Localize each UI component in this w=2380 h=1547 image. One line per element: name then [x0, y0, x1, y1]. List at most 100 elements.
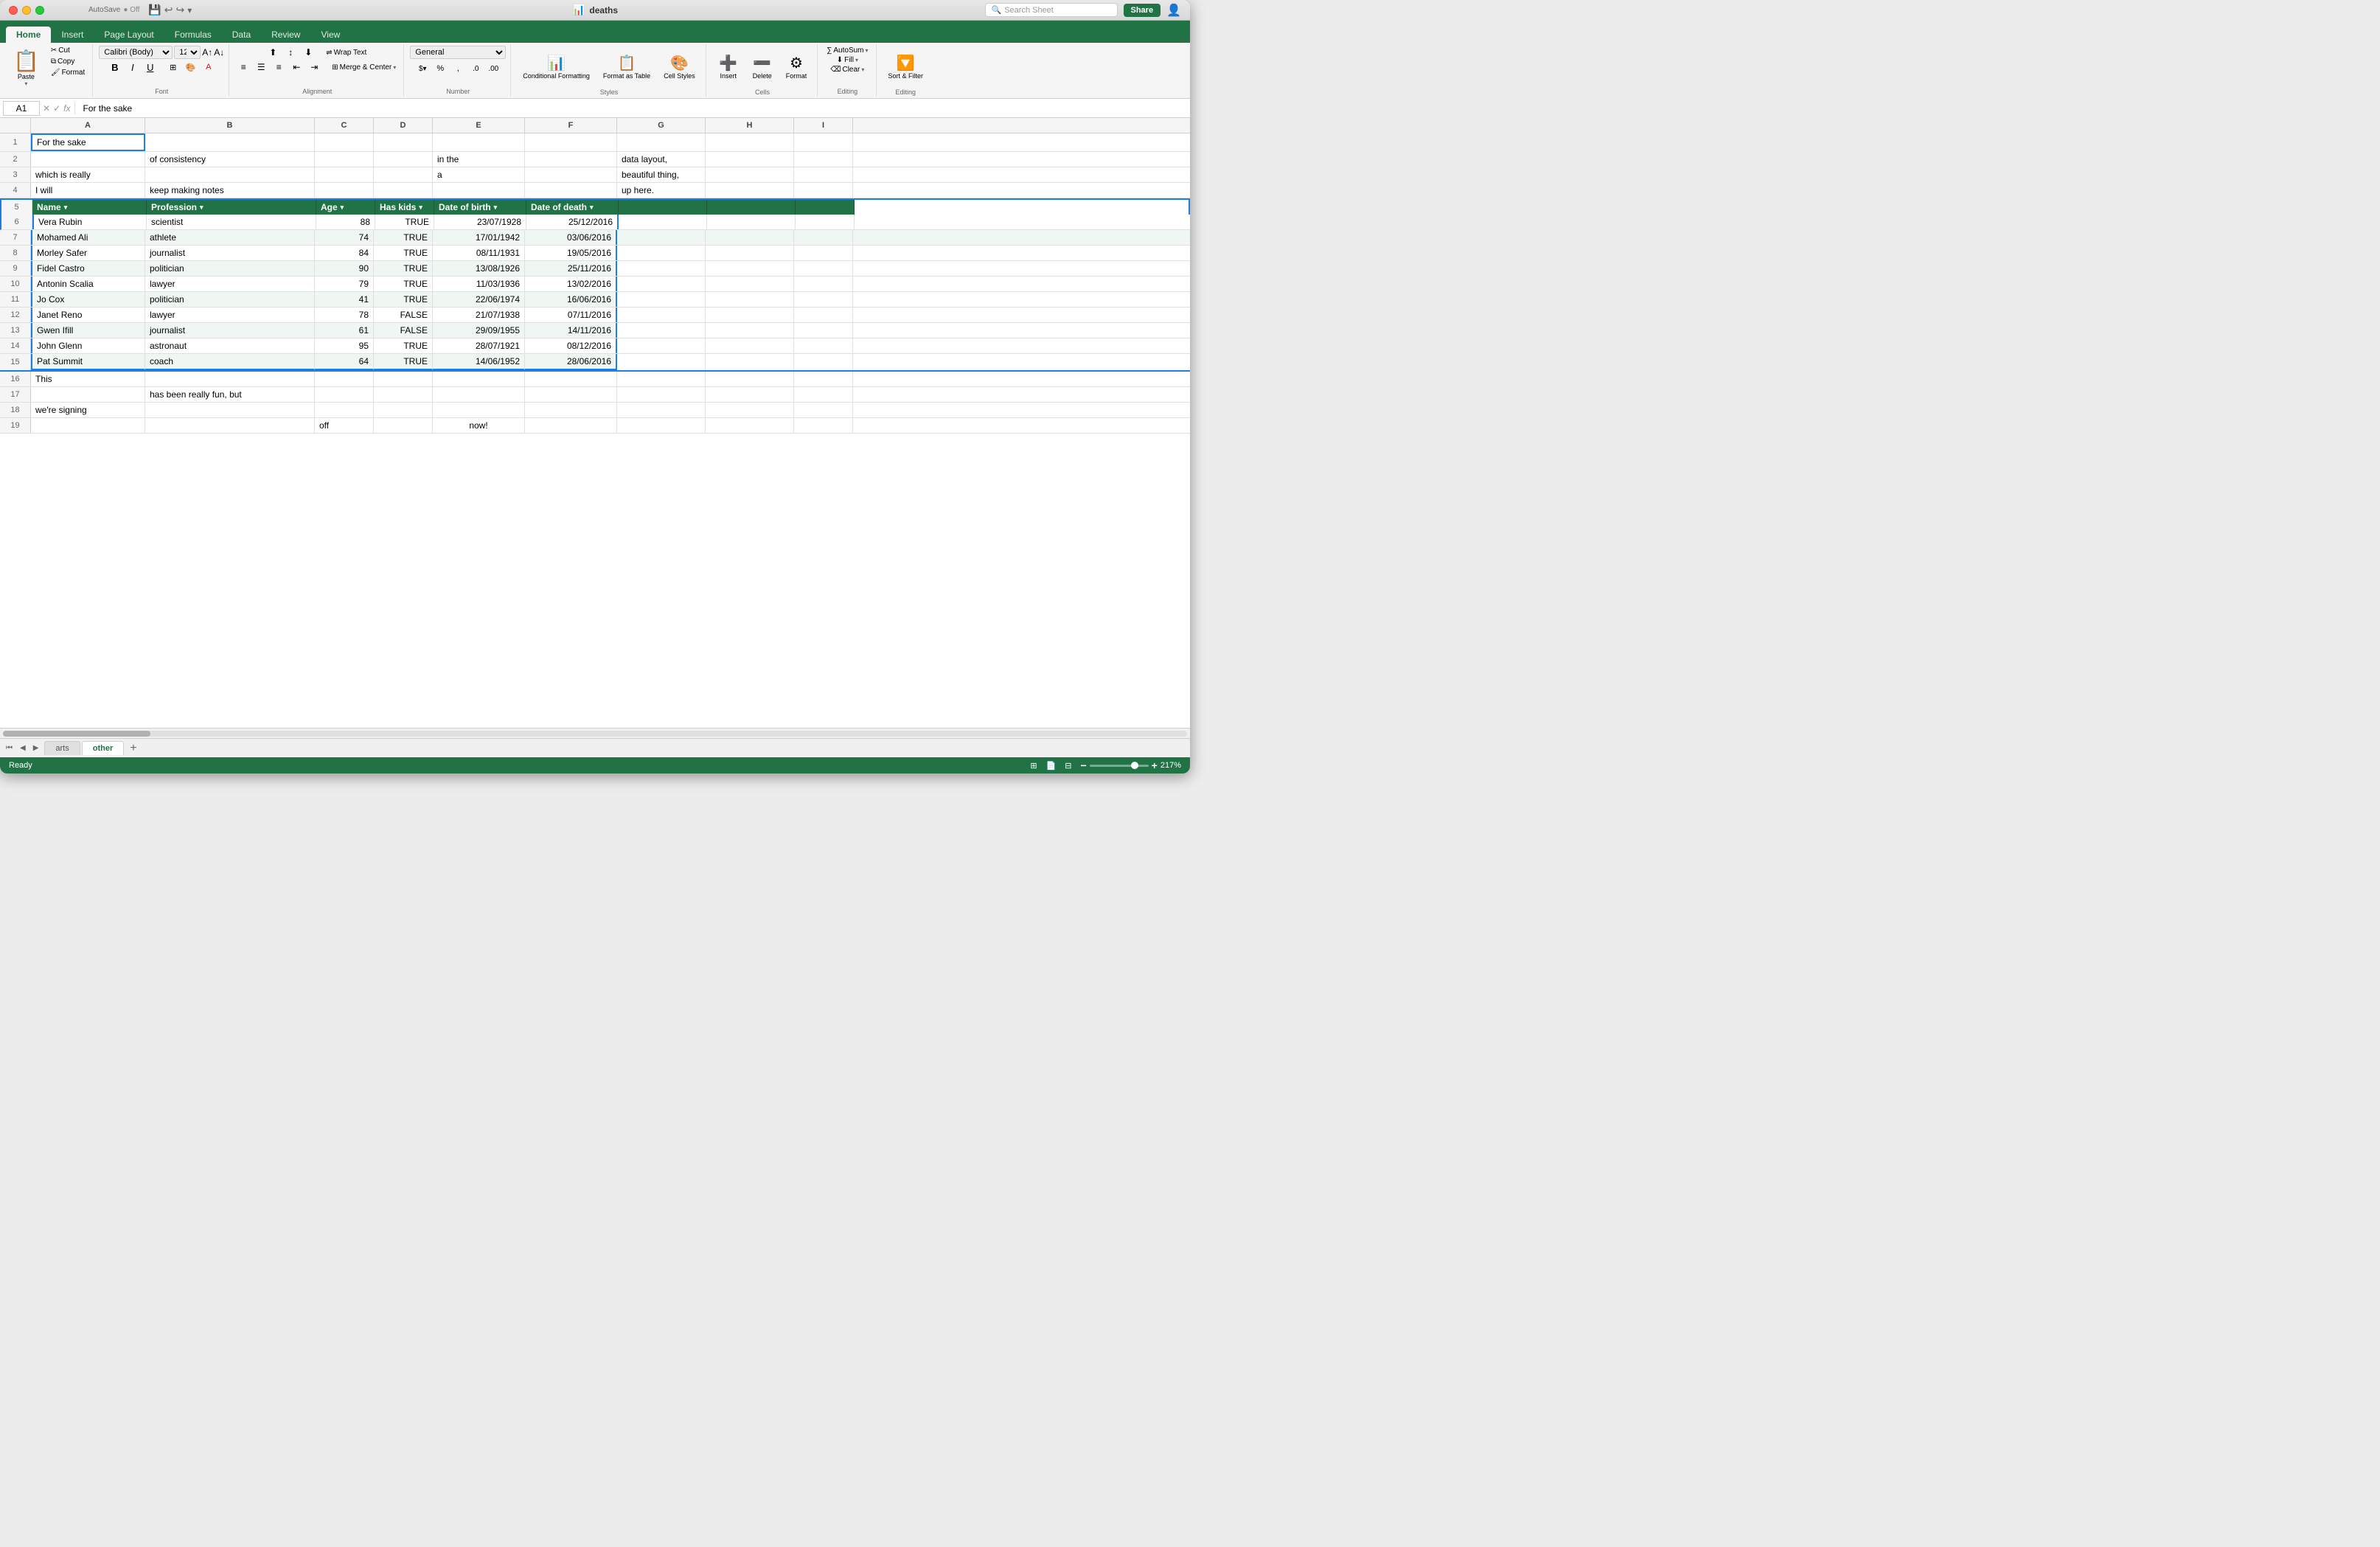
cell-e13[interactable]: 29/09/1955	[433, 323, 525, 338]
col-header-e[interactable]: E	[433, 118, 525, 133]
cell-d9[interactable]: TRUE	[374, 261, 433, 276]
copy-button[interactable]: ⧉ Copy	[48, 57, 88, 66]
filter-icon-has-kids[interactable]: ▾	[419, 204, 422, 212]
cell-h17[interactable]	[706, 387, 794, 402]
cell-c1[interactable]	[315, 133, 374, 151]
cell-d14[interactable]: TRUE	[374, 338, 433, 353]
cell-i18[interactable]	[794, 403, 853, 417]
tab-data[interactable]: Data	[222, 27, 261, 43]
cell-f2[interactable]	[525, 152, 617, 167]
tab-page-layout[interactable]: Page Layout	[94, 27, 164, 43]
cell-f6[interactable]: 25/12/2016	[526, 215, 619, 229]
cell-g10[interactable]	[617, 277, 706, 291]
number-format-select[interactable]: General	[410, 46, 506, 59]
cell-b10[interactable]: lawyer	[145, 277, 315, 291]
cell-f15[interactable]: 28/06/2016	[525, 354, 617, 370]
cell-i17[interactable]	[794, 387, 853, 402]
cell-e5[interactable]: Date of birth ▾	[434, 200, 526, 215]
cell-a6[interactable]: Vera Rubin	[32, 215, 147, 229]
cell-c17[interactable]	[315, 387, 374, 402]
sheet-tab-other[interactable]: other	[82, 741, 125, 755]
cell-f18[interactable]	[525, 403, 617, 417]
share-button[interactable]: Share	[1124, 4, 1161, 17]
cell-a14[interactable]: John Glenn	[31, 338, 145, 353]
cell-h5[interactable]	[707, 200, 796, 215]
cell-e1[interactable]	[433, 133, 525, 151]
cell-i8[interactable]	[794, 246, 853, 260]
col-header-f[interactable]: F	[525, 118, 617, 133]
clear-button[interactable]: ⌫ Clear ▾	[827, 65, 867, 74]
cell-i12[interactable]	[794, 307, 853, 322]
scroll-track[interactable]	[3, 731, 1187, 737]
cell-a17[interactable]	[31, 387, 145, 402]
cell-e18[interactable]	[433, 403, 525, 417]
cell-f19[interactable]	[525, 418, 617, 433]
cell-e17[interactable]	[433, 387, 525, 402]
cell-a18[interactable]: we're signing	[31, 403, 145, 417]
maximize-button[interactable]	[35, 6, 44, 15]
comma-button[interactable]: ,	[450, 62, 466, 75]
cell-g17[interactable]	[617, 387, 706, 402]
cell-c5[interactable]: Age ▾	[316, 200, 375, 215]
col-header-i[interactable]: I	[794, 118, 853, 133]
cell-f12[interactable]: 07/11/2016	[525, 307, 617, 322]
delete-cells-button[interactable]: ➖ Delete	[746, 46, 779, 87]
cell-h11[interactable]	[706, 292, 794, 307]
cell-h7[interactable]	[706, 230, 794, 245]
cell-h15[interactable]	[706, 354, 794, 370]
wrap-text-button[interactable]: ⇌ Wrap Text	[323, 48, 369, 58]
cell-c19[interactable]: off	[315, 418, 374, 433]
first-sheet-button[interactable]: ⏮	[3, 743, 15, 754]
cell-i7[interactable]	[794, 230, 853, 245]
zoom-out-button[interactable]: −	[1080, 759, 1086, 771]
percent-button[interactable]: %	[432, 62, 448, 75]
minimize-button[interactable]	[22, 6, 31, 15]
cell-f17[interactable]	[525, 387, 617, 402]
cell-a16[interactable]: This	[31, 372, 145, 386]
cell-a13[interactable]: Gwen Ifill	[31, 323, 145, 338]
align-bottom-button[interactable]: ⬇	[300, 46, 316, 59]
cell-d5[interactable]: Has kids ▾	[375, 200, 434, 215]
fill-button[interactable]: ⬇ Fill ▾	[834, 55, 861, 65]
cell-b17[interactable]: has been really fun, but	[145, 387, 315, 402]
cell-h14[interactable]	[706, 338, 794, 353]
cell-g2[interactable]: data layout,	[617, 152, 706, 167]
italic-button[interactable]: I	[125, 60, 141, 74]
align-center-button[interactable]: ☰	[253, 60, 269, 74]
align-right-button[interactable]: ≡	[271, 60, 287, 74]
cell-d18[interactable]	[374, 403, 433, 417]
cell-a11[interactable]: Jo Cox	[31, 292, 145, 307]
cell-e9[interactable]: 13/08/1926	[433, 261, 525, 276]
cell-g7[interactable]	[617, 230, 706, 245]
cell-c13[interactable]: 61	[315, 323, 374, 338]
border-button[interactable]: ⊞	[165, 60, 181, 74]
cell-b16[interactable]	[145, 372, 315, 386]
cell-e4[interactable]	[433, 183, 525, 198]
align-left-button[interactable]: ≡	[235, 60, 251, 74]
cell-styles-button[interactable]: 🎨 Cell Styles	[658, 46, 701, 87]
cell-a9[interactable]: Fidel Castro	[31, 261, 145, 276]
cell-i19[interactable]	[794, 418, 853, 433]
horizontal-scrollbar[interactable]	[0, 728, 1190, 738]
tab-home[interactable]: Home	[6, 27, 51, 43]
cell-i3[interactable]	[794, 167, 853, 182]
cell-f3[interactable]	[525, 167, 617, 182]
cell-f13[interactable]: 14/11/2016	[525, 323, 617, 338]
cell-e10[interactable]: 11/03/1936	[433, 277, 525, 291]
cell-h6[interactable]	[707, 215, 796, 229]
col-header-b[interactable]: B	[145, 118, 315, 133]
formula-confirm-icon[interactable]: ✓	[53, 103, 60, 114]
sort-filter-button[interactable]: 🔽 Sort & Filter	[883, 46, 930, 87]
tab-view[interactable]: View	[310, 27, 350, 43]
cell-g8[interactable]	[617, 246, 706, 260]
zoom-slider[interactable]	[1090, 765, 1149, 767]
cell-a12[interactable]: Janet Reno	[31, 307, 145, 322]
cell-c18[interactable]	[315, 403, 374, 417]
cell-d2[interactable]	[374, 152, 433, 167]
cell-d1[interactable]	[374, 133, 433, 151]
cell-d13[interactable]: FALSE	[374, 323, 433, 338]
col-header-c[interactable]: C	[315, 118, 374, 133]
cell-g18[interactable]	[617, 403, 706, 417]
tab-review[interactable]: Review	[261, 27, 310, 43]
cell-g15[interactable]	[617, 354, 706, 370]
